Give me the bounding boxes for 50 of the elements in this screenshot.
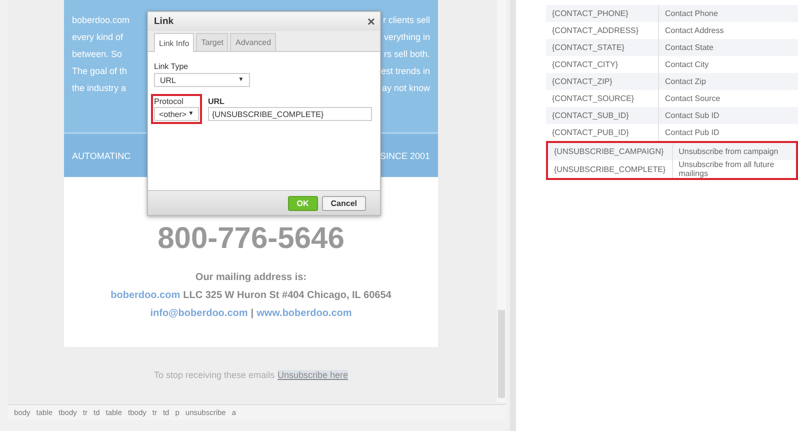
banner-text: AUTOMATINC	[72, 150, 131, 160]
field-label: URL	[208, 97, 226, 106]
intro-text: the industry a	[72, 82, 126, 92]
website-link[interactable]: www.boberdoo.com	[256, 308, 352, 318]
mailing-heading: Our mailing address is:	[195, 272, 307, 282]
table-cell: Contact State	[658, 39, 798, 56]
table-cell: Unsubscribe from all future mailings	[672, 160, 796, 178]
table-cell: {UNSUBSCRIBE_COMPLETE}	[548, 160, 672, 178]
intro-text: ay not know	[382, 82, 430, 92]
table-cell: Unsubscribe from campaign	[672, 143, 796, 160]
phone-number: 800-776-5646	[158, 222, 344, 256]
close-button[interactable]: ×	[367, 14, 375, 29]
scrollbar[interactable]	[497, 0, 506, 402]
field-label: Link Type	[154, 62, 190, 71]
tab[interactable]: Advanced	[230, 33, 276, 51]
website-link[interactable]: boberdoo.com	[110, 290, 180, 300]
intro-text: verything in	[384, 32, 430, 42]
separator: |	[250, 308, 254, 318]
ok-button[interactable]: OK	[288, 196, 318, 210]
url-field[interactable]: {UNSUBSCRIBE_COMPLETE}	[208, 107, 372, 121]
table-cell: Contact Phone	[658, 5, 798, 22]
table-cell: {CONTACT_STATE}	[546, 39, 658, 56]
cancel-button[interactable]: Cancel	[322, 196, 366, 210]
intro-text: r clients sell	[382, 14, 430, 24]
dialog-title: Link	[154, 16, 174, 27]
table-cell: Contact City	[658, 56, 798, 73]
table-cell: {CONTACT_PHONE}	[546, 5, 658, 22]
table-cell: Contact Address	[658, 22, 798, 39]
intro-text: between. So	[72, 48, 122, 58]
table-cell: {CONTACT_SUB_ID}	[546, 107, 658, 124]
table-cell: {UNSUBSCRIBE_CAMPAIGN}	[548, 143, 672, 160]
field-label: Protocol	[154, 97, 184, 106]
intro-text: boberdoo.com	[72, 14, 130, 24]
intro-text: The goal of th	[72, 66, 128, 76]
tab[interactable]: Link Info	[154, 33, 194, 52]
banner-text: SINCE 2001	[380, 150, 430, 160]
email-link[interactable]: info@boberdoo.com	[150, 308, 248, 318]
table-cell: Contact Pub ID	[658, 124, 798, 141]
address-text: LLC 325 W Huron St #404 Chicago, IL 60654	[183, 290, 392, 300]
footer-text: To stop receiving these emails	[154, 370, 274, 380]
tab[interactable]: Target	[196, 33, 228, 51]
intro-text: every kind of	[72, 32, 124, 42]
intro-text: est trends in	[380, 66, 430, 76]
table-cell: Contact Sub ID	[658, 107, 798, 124]
intro-text: rs sell both.	[384, 48, 430, 58]
table-cell: {CONTACT_ZIP}	[546, 73, 658, 90]
table-cell: Contact Zip	[658, 73, 798, 90]
table-cell: Contact Source	[658, 90, 798, 107]
table-cell: {CONTACT_PUB_ID}	[546, 124, 658, 141]
unsubscribe-link[interactable]: Unsubscribe here	[278, 370, 348, 380]
